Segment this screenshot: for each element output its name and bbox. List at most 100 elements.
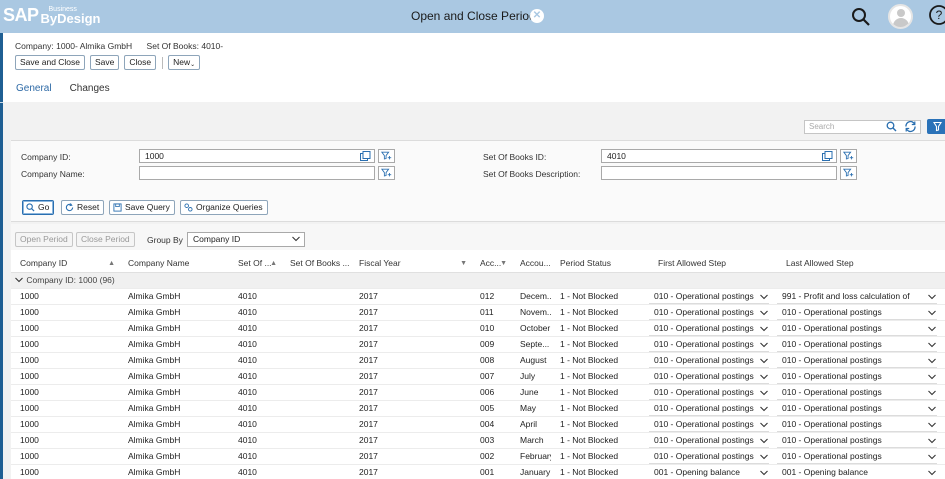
first-allowed-step-select[interactable]: 010 - Operational postings xyxy=(649,304,777,321)
filter-add-button[interactable] xyxy=(378,149,395,163)
help-icon[interactable]: ? xyxy=(928,4,945,26)
value-help-icon[interactable] xyxy=(360,151,371,161)
save-button[interactable]: Save xyxy=(90,55,120,70)
table-row[interactable]: 1000 Almika GmbH 4010 2017 006 June 1 - Not Bl… xyxy=(11,384,945,401)
chevron-down-icon xyxy=(760,422,768,427)
last-allowed-step-select[interactable]: 010 - Operational postings xyxy=(777,352,945,369)
toolbar-separator xyxy=(162,56,164,69)
table-cell: 1000 xyxy=(11,400,119,417)
table-cell: 4010 xyxy=(229,400,281,417)
table-row[interactable]: 1000 Almika GmbH 4010 2017 001 January 1 - Not… xyxy=(11,464,945,479)
organize-queries-button[interactable]: Organize Queries xyxy=(180,200,268,215)
chevron-down-icon[interactable] xyxy=(15,275,24,285)
last-allowed-step-select[interactable]: 010 - Operational postings xyxy=(777,384,945,401)
table-row[interactable]: 1000 Almika GmbH 4010 2017 008 August 1 - Not … xyxy=(11,352,945,369)
company-id-label: Company ID: xyxy=(21,152,71,162)
close-button[interactable]: Close xyxy=(124,55,157,70)
tab-general[interactable]: General xyxy=(16,83,52,94)
table-row[interactable]: 1000 Almika GmbH 4010 2017 009 Septe... 1 - No… xyxy=(11,336,945,353)
search-icon[interactable] xyxy=(851,7,871,27)
reset-button[interactable]: Reset xyxy=(61,200,105,215)
column-header-set-of-books-desc[interactable]: Set Of Books ... xyxy=(281,254,350,273)
sap-logo[interactable]: SAP Business ByDesign xyxy=(3,5,100,27)
last-allowed-step-select[interactable]: 010 - Operational postings xyxy=(777,304,945,321)
set-of-books-id-field[interactable]: 4010 xyxy=(601,149,837,163)
last-allowed-step-select[interactable]: 010 - Operational postings xyxy=(777,320,945,337)
column-header-last-allowed-step[interactable]: Last Allowed Step xyxy=(777,254,945,273)
tab-changes[interactable]: Changes xyxy=(70,83,110,94)
organize-icon xyxy=(184,203,193,212)
column-header-accounting-period-desc[interactable]: Accou... xyxy=(511,254,551,273)
table-row[interactable]: 1000 Almika GmbH 4010 2017 005 May 1 - Not Blo… xyxy=(11,400,945,417)
new-button[interactable]: New⌄ xyxy=(168,55,201,70)
set-of-books-id-label: Set Of Books ID: xyxy=(483,152,547,162)
company-id-field[interactable]: 1000 xyxy=(139,149,375,163)
save-query-button[interactable]: Save Query xyxy=(109,200,175,215)
column-header-company-name[interactable]: Company Name xyxy=(119,254,229,273)
last-allowed-step-select[interactable]: 010 - Operational postings xyxy=(777,416,945,433)
filter-add-button[interactable] xyxy=(378,166,395,180)
table-row[interactable]: 1000 Almika GmbH 4010 2017 003 March 1 - Not B… xyxy=(11,432,945,449)
filter-toggle-button[interactable] xyxy=(927,119,945,134)
set-of-books-description-field[interactable] xyxy=(601,166,837,180)
company-name-label: Company Name: xyxy=(21,169,85,179)
refresh-icon[interactable] xyxy=(904,120,917,133)
table-cell: 002 xyxy=(471,448,511,465)
go-button[interactable]: Go xyxy=(22,200,55,215)
first-allowed-step-select[interactable]: 010 - Operational postings xyxy=(649,384,777,401)
first-allowed-step-select[interactable]: 010 - Operational postings xyxy=(649,320,777,337)
last-allowed-step-select[interactable]: 010 - Operational postings xyxy=(777,400,945,417)
last-allowed-step-select[interactable]: 010 - Operational postings xyxy=(777,368,945,385)
chevron-down-icon xyxy=(928,470,936,475)
filter-add-icon xyxy=(380,168,392,177)
table-row[interactable]: 1000 Almika GmbH 4010 2017 004 April 1 - Not B… xyxy=(11,416,945,433)
close-period-button[interactable]: Close Period xyxy=(76,232,135,247)
group-by-select[interactable]: Company ID xyxy=(187,232,305,247)
group-row[interactable]: Company ID: 1000 (96) xyxy=(11,272,945,289)
search-icon xyxy=(26,203,35,212)
filter-add-button[interactable] xyxy=(840,166,857,180)
last-allowed-step-select[interactable]: 010 - Operational postings xyxy=(777,448,945,465)
column-header-fiscal-year[interactable]: Fiscal Year ▼ xyxy=(350,254,471,273)
first-allowed-step-select[interactable]: 010 - Operational postings xyxy=(649,416,777,433)
filter-icon xyxy=(933,121,942,132)
value-help-icon[interactable] xyxy=(822,151,833,161)
table-row[interactable]: 1000 Almika GmbH 4010 2017 002 February 1 - No… xyxy=(11,448,945,465)
last-allowed-step-select[interactable]: 001 - Opening balance xyxy=(777,464,945,479)
first-allowed-step-select[interactable]: 010 - Operational postings xyxy=(649,448,777,465)
first-allowed-step-select[interactable]: 010 - Operational postings xyxy=(649,352,777,369)
first-allowed-step-select[interactable]: 010 - Operational postings xyxy=(649,288,777,305)
table-row[interactable]: 1000 Almika GmbH 4010 2017 007 July 1 - Not Bl… xyxy=(11,368,945,385)
table-cell: October xyxy=(511,320,551,337)
table-cell: 007 xyxy=(471,368,511,385)
first-allowed-step-select[interactable]: 001 - Opening balance xyxy=(649,464,777,479)
user-avatar[interactable] xyxy=(888,4,913,29)
close-window-icon[interactable]: ✕ xyxy=(530,9,544,23)
logo-bydesign-text: ByDesign xyxy=(40,11,101,26)
first-allowed-step-select[interactable]: 010 - Operational postings xyxy=(649,336,777,353)
table-cell: 1000 xyxy=(11,432,119,449)
open-period-button[interactable]: Open Period xyxy=(15,232,73,247)
table-row[interactable]: 1000 Almika GmbH 4010 2017 012 Decem... 1 - No… xyxy=(11,288,945,305)
search-icon[interactable] xyxy=(886,121,897,132)
column-header-accounting-period[interactable]: Acc... ▼ xyxy=(471,254,511,273)
save-and-close-button[interactable]: Save and Close xyxy=(15,55,86,70)
table-cell: Almika GmbH xyxy=(119,416,229,433)
first-allowed-step-select[interactable]: 010 - Operational postings xyxy=(649,368,777,385)
first-allowed-step-select[interactable]: 010 - Operational postings xyxy=(649,400,777,417)
table-cell: 1 - Not Blocked xyxy=(551,464,649,479)
chevron-down-icon: ⌄ xyxy=(190,62,196,68)
column-header-set-of-books[interactable]: Set Of ... ▲ xyxy=(229,254,281,273)
last-allowed-step-select[interactable]: 010 - Operational postings xyxy=(777,432,945,449)
table-row[interactable]: 1000 Almika GmbH 4010 2017 010 October 1 - Not… xyxy=(11,320,945,337)
last-allowed-step-select[interactable]: 991 - Profit and loss calculation of xyxy=(777,288,945,305)
table-cell xyxy=(281,448,350,465)
column-header-period-status[interactable]: Period Status xyxy=(551,254,649,273)
column-header-first-allowed-step[interactable]: First Allowed Step xyxy=(649,254,777,273)
company-name-field[interactable] xyxy=(139,166,375,180)
last-allowed-step-select[interactable]: 010 - Operational postings xyxy=(777,336,945,353)
filter-add-button[interactable] xyxy=(840,149,857,163)
table-row[interactable]: 1000 Almika GmbH 4010 2017 011 Novem... 1 - No… xyxy=(11,304,945,321)
first-allowed-step-select[interactable]: 010 - Operational postings xyxy=(649,432,777,449)
column-header-company-id[interactable]: Company ID ▲ xyxy=(11,254,119,273)
